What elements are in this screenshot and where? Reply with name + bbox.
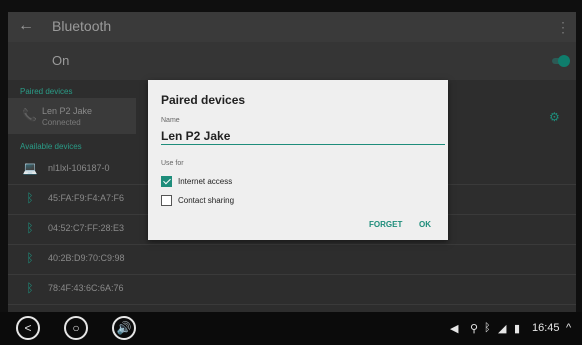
internet-access-label: Internet access <box>178 177 233 186</box>
device-label: 45:FA:F9:F4:A7:F6 <box>48 193 125 203</box>
device-row[interactable]: ᛒ 40:2B:D9:70:C9:98 <box>8 244 576 275</box>
device-label: 04:52:C7:FF:28:E3 <box>48 223 125 233</box>
system-nav-bar: < ○ 🔊 ◀ ⚲ ᛒ ◢ ▮ 16:45 ^ <box>0 312 582 345</box>
back-arrow-icon[interactable]: ← <box>18 17 34 35</box>
screen-bezel-left <box>0 0 8 345</box>
bluetooth-toggle-label: On <box>52 53 70 68</box>
volume-button[interactable]: 🔊 <box>112 316 136 340</box>
paired-device-row[interactable]: 📞 Len P2 Jake Connected <box>8 98 136 134</box>
volume-icon: 🔊 <box>116 321 132 335</box>
clock: 16:45 <box>532 322 560 334</box>
switch-thumb <box>558 55 570 67</box>
location-icon: ⚲ <box>470 323 479 335</box>
paired-device-dialog: Paired devices Name Use for Internet acc… <box>148 80 448 240</box>
contact-sharing-checkbox[interactable] <box>161 195 172 206</box>
screen-bezel-right <box>576 0 582 345</box>
chevron-left-icon: < <box>24 321 32 335</box>
phone-icon: 📞 <box>22 108 37 122</box>
use-for-label: Use for <box>161 160 184 167</box>
chevron-up-icon[interactable]: ^ <box>566 322 571 334</box>
page-title: Bluetooth <box>52 18 112 34</box>
bluetooth-icon: ᛒ <box>26 221 34 235</box>
battery-icon: ▮ <box>514 323 521 335</box>
contact-sharing-label: Contact sharing <box>178 196 235 205</box>
name-label: Name <box>161 117 180 124</box>
paired-device-status: Connected <box>42 118 81 127</box>
forget-button[interactable]: FORGET <box>369 220 402 229</box>
internet-access-checkbox[interactable] <box>161 176 172 187</box>
gear-icon[interactable]: ⚙ <box>549 110 560 124</box>
app-toolbar: ← Bluetooth ⋮ <box>8 12 576 42</box>
dialog-title: Paired devices <box>161 93 246 107</box>
nav-back-button[interactable]: < <box>16 316 40 340</box>
ok-button[interactable]: OK <box>419 220 431 229</box>
section-paired-devices: Paired devices <box>20 87 73 96</box>
paired-device-name: Len P2 Jake <box>42 106 93 116</box>
home-circle-icon: ○ <box>72 321 80 335</box>
device-label: nl1lxl-106187-0 <box>48 163 110 173</box>
bluetooth-status-icon: ᛒ <box>484 322 491 334</box>
device-label: 40:2B:D9:70:C9:98 <box>48 253 125 263</box>
section-available-devices: Available devices <box>20 142 82 151</box>
navigation-arrow-icon: ◀ <box>450 323 459 335</box>
device-label: 78:4F:43:6C:6A:76 <box>48 283 124 293</box>
more-vert-icon[interactable]: ⋮ <box>556 19 570 36</box>
device-row[interactable]: ᛒ 78:4F:43:6C:6A:76 <box>8 274 576 305</box>
bluetooth-switch[interactable] <box>552 55 570 67</box>
bluetooth-icon: ᛒ <box>26 191 34 205</box>
device-name-input[interactable] <box>161 128 445 145</box>
laptop-icon: 💻 <box>22 161 38 175</box>
nav-home-button[interactable]: ○ <box>64 316 88 340</box>
screen-bezel-top <box>0 0 582 12</box>
bluetooth-icon: ᛒ <box>26 251 34 265</box>
bluetooth-toggle-row[interactable]: On <box>8 42 576 80</box>
signal-icon: ◢ <box>498 323 507 335</box>
bluetooth-icon: ᛒ <box>26 281 34 295</box>
